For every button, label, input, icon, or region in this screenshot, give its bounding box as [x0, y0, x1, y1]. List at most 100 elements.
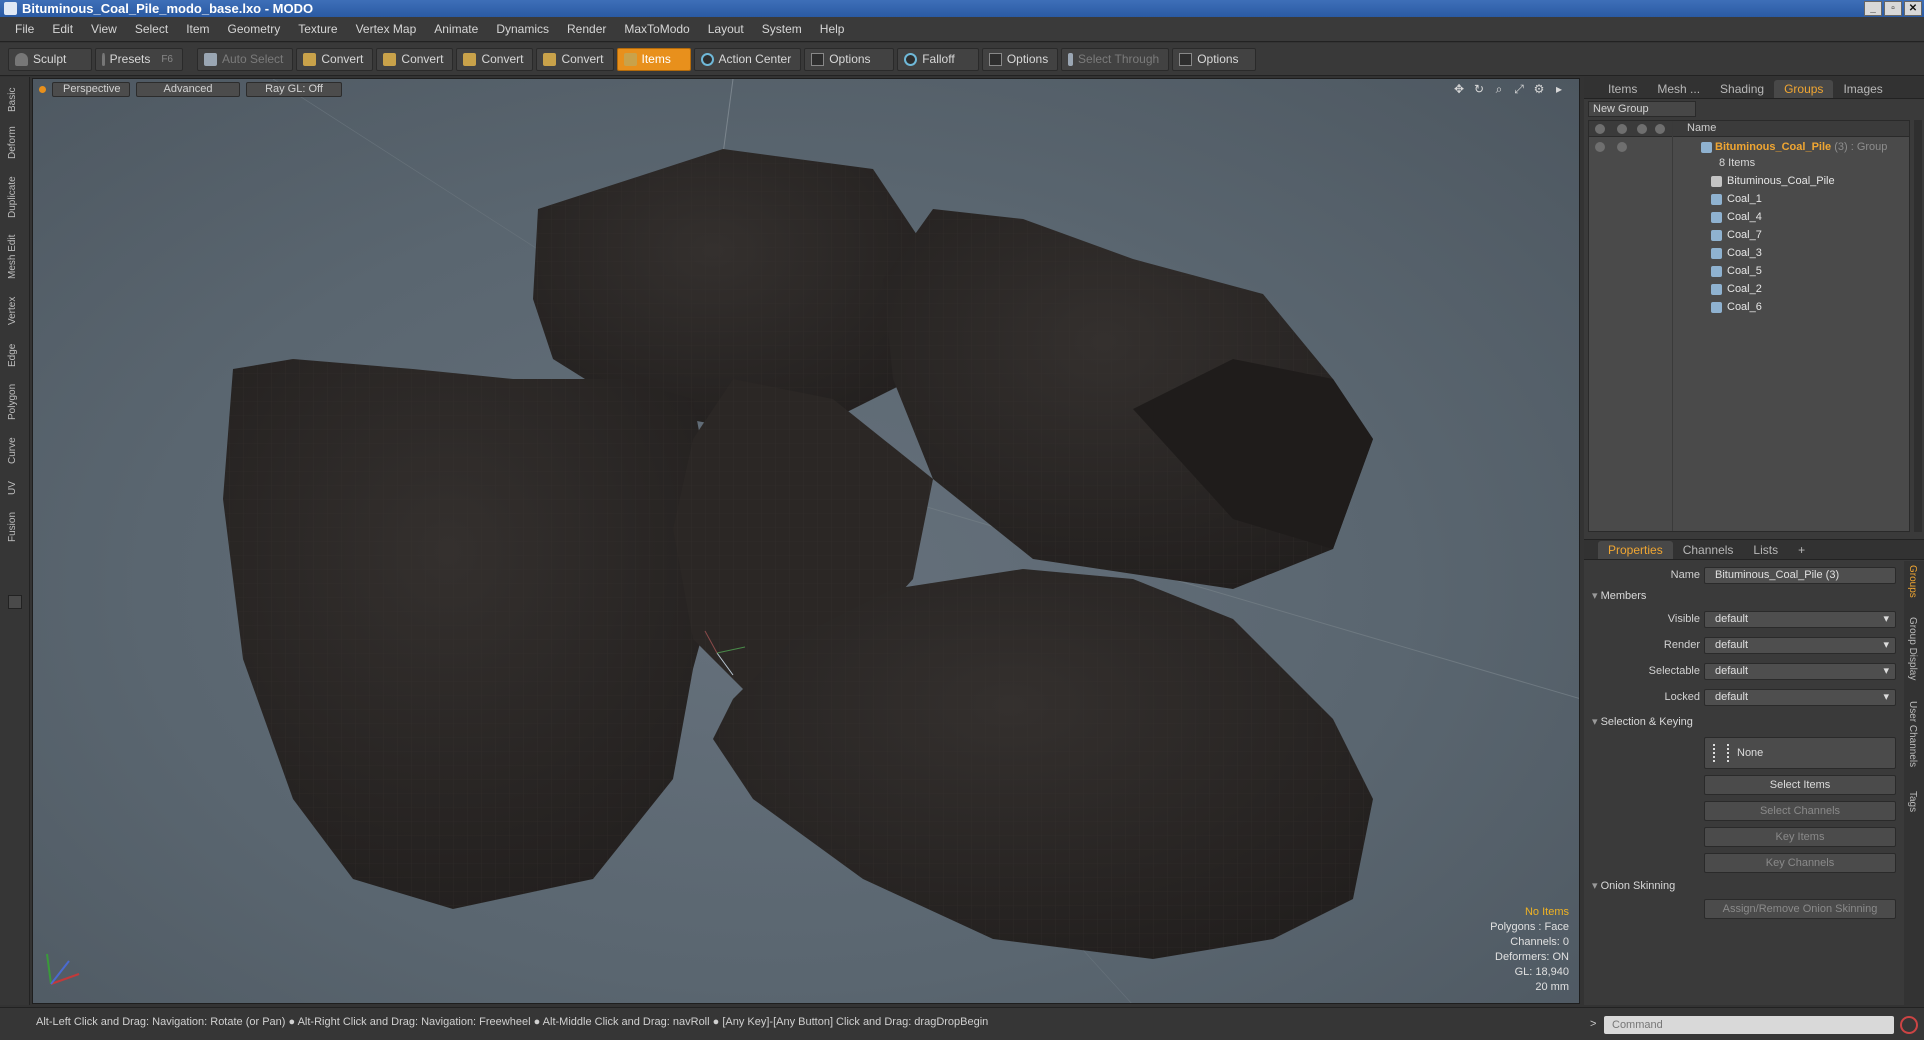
record-icon[interactable]	[1900, 1016, 1918, 1034]
menu-animate[interactable]: Animate	[425, 22, 487, 36]
menu-maxtomodo[interactable]: MaxToModo	[615, 22, 698, 36]
tab-properties[interactable]: Properties	[1598, 541, 1673, 559]
falloff-button[interactable]: Falloff	[897, 47, 980, 71]
tab-duplicate[interactable]: Duplicate	[7, 171, 23, 223]
zoom-icon[interactable]: ⌕	[1493, 83, 1505, 95]
auto-select-button[interactable]: Auto Select	[197, 47, 294, 71]
row-render-icon[interactable]	[1617, 142, 1627, 152]
mesh-icon	[1711, 284, 1722, 295]
tab-edge[interactable]: Edge	[7, 339, 23, 371]
presets-button[interactable]: Presets F6	[95, 47, 183, 71]
minimize-button[interactable]: _	[1864, 1, 1882, 16]
tab-vertex[interactable]: Vertex	[7, 291, 23, 331]
visible-select[interactable]: default	[1704, 611, 1896, 628]
side-tab-user-channels[interactable]: User Channels	[1907, 701, 1918, 767]
convert-vertices-button[interactable]: Convert	[296, 47, 374, 71]
menu-edit[interactable]: Edit	[43, 22, 82, 36]
add-tab-button[interactable]: +	[1788, 541, 1815, 559]
tab-lists[interactable]: Lists	[1743, 541, 1788, 559]
tab-uv[interactable]: UV	[7, 477, 23, 499]
action-center-options-button[interactable]: Options	[804, 47, 895, 71]
tabs-menu-button[interactable]	[8, 595, 22, 609]
shading-mode-button[interactable]: Advanced	[136, 81, 240, 97]
list-item[interactable]: Coal_2	[1589, 281, 1909, 299]
tab-mesh-edit[interactable]: Mesh Edit	[7, 231, 23, 283]
pan-icon[interactable]: ✥	[1453, 83, 1465, 95]
list-item[interactable]: Coal_1	[1589, 191, 1909, 209]
tab-polygon[interactable]: Polygon	[7, 379, 23, 425]
menu-file[interactable]: File	[6, 22, 43, 36]
properties-side-tabs: Groups Group Display User Channels Tags	[1904, 561, 1924, 1005]
tab-mesh[interactable]: Mesh ...	[1647, 80, 1710, 98]
list-item[interactable]: Bituminous_Coal_Pile	[1589, 173, 1909, 191]
tab-curve[interactable]: Curve	[7, 433, 23, 469]
tab-fusion[interactable]: Fusion	[7, 507, 23, 547]
members-section[interactable]: Members	[1592, 589, 1647, 602]
assign-onion-skinning-button[interactable]: Assign/Remove Onion Skinning	[1704, 899, 1896, 919]
items-mode-button[interactable]: Items	[616, 47, 691, 71]
command-history-arrow-icon[interactable]: >	[1590, 1018, 1596, 1030]
menu-layout[interactable]: Layout	[699, 22, 753, 36]
menu-vertex-map[interactable]: Vertex Map	[347, 22, 426, 36]
menu-texture[interactable]: Texture	[289, 22, 346, 36]
selection-set-button[interactable]: None	[1704, 737, 1896, 769]
close-button[interactable]: ✕	[1904, 1, 1922, 16]
menu-select[interactable]: Select	[126, 22, 177, 36]
menu-help[interactable]: Help	[811, 22, 854, 36]
list-item[interactable]: Coal_5	[1589, 263, 1909, 281]
viewport-menu-dot[interactable]	[39, 85, 46, 93]
new-group-button[interactable]: New Group	[1588, 101, 1696, 117]
menu-dynamics[interactable]: Dynamics	[487, 22, 558, 36]
menu-geometry[interactable]: Geometry	[219, 22, 290, 36]
convert-materials-button[interactable]: Convert	[536, 47, 614, 71]
selectable-select[interactable]: default	[1704, 663, 1896, 680]
row-eye-icon[interactable]	[1595, 142, 1605, 152]
view-type-button[interactable]: Perspective	[52, 81, 130, 97]
select-channels-button[interactable]: Select Channels	[1704, 801, 1896, 821]
rotate-icon[interactable]: ↻	[1473, 83, 1485, 95]
maximize-button[interactable]: ▫	[1884, 1, 1902, 16]
menu-render[interactable]: Render	[558, 22, 615, 36]
info-gl: GL: 18,940	[1514, 966, 1569, 978]
side-tab-groups[interactable]: Groups	[1907, 565, 1918, 598]
list-item[interactable]: Coal_3	[1589, 245, 1909, 263]
tab-images[interactable]: Images	[1833, 80, 1892, 98]
convert-edges-button[interactable]: Convert	[376, 47, 454, 71]
raygl-toggle[interactable]: Ray GL: Off	[246, 81, 342, 97]
side-tab-tags[interactable]: Tags	[1907, 791, 1918, 812]
tab-groups[interactable]: Groups	[1774, 80, 1834, 98]
render-select[interactable]: default	[1704, 637, 1896, 654]
list-item[interactable]: Coal_4	[1589, 209, 1909, 227]
3d-viewport[interactable]: Perspective Advanced Ray GL: Off ✥ ↻ ⌕ ⤢…	[32, 78, 1580, 1004]
select-items-button[interactable]: Select Items	[1704, 775, 1896, 795]
tree-scrollbar[interactable]	[1914, 120, 1922, 532]
locked-select[interactable]: default	[1704, 689, 1896, 706]
tab-channels[interactable]: Channels	[1673, 541, 1744, 559]
tab-deform[interactable]: Deform	[7, 123, 23, 163]
side-tab-group-display[interactable]: Group Display	[1907, 617, 1918, 680]
selection-keying-section[interactable]: Selection & Keying	[1592, 715, 1693, 728]
tab-basic[interactable]: Basic	[7, 83, 23, 117]
fit-icon[interactable]: ⤢	[1513, 83, 1525, 95]
select-options-button[interactable]: Options	[1172, 47, 1257, 71]
falloff-options-button[interactable]: Options	[982, 47, 1059, 71]
onion-skinning-section[interactable]: Onion Skinning	[1592, 879, 1676, 892]
list-item[interactable]: Coal_6	[1589, 299, 1909, 317]
key-items-button[interactable]: Key Items	[1704, 827, 1896, 847]
menu-item[interactable]: Item	[177, 22, 218, 36]
tab-shading[interactable]: Shading	[1710, 80, 1774, 98]
settings-gear-icon[interactable]: ⚙	[1533, 83, 1545, 95]
list-item[interactable]: Coal_7	[1589, 227, 1909, 245]
key-channels-button[interactable]: Key Channels	[1704, 853, 1896, 873]
action-center-button[interactable]: Action Center	[693, 47, 802, 71]
coal-pile-scene	[46, 79, 1579, 1003]
command-input[interactable]: Command	[1604, 1016, 1894, 1034]
menu-system[interactable]: System	[753, 22, 811, 36]
menu-view[interactable]: View	[82, 22, 126, 36]
tab-items[interactable]: Items	[1598, 80, 1647, 98]
convert-polygons-button[interactable]: Convert	[456, 47, 534, 71]
sculpt-button[interactable]: Sculpt	[8, 47, 92, 71]
expand-arrow-icon[interactable]: ▸	[1553, 83, 1565, 95]
select-through-button[interactable]: Select Through	[1061, 47, 1170, 71]
name-field[interactable]: Bituminous_Coal_Pile (3)	[1704, 567, 1896, 584]
